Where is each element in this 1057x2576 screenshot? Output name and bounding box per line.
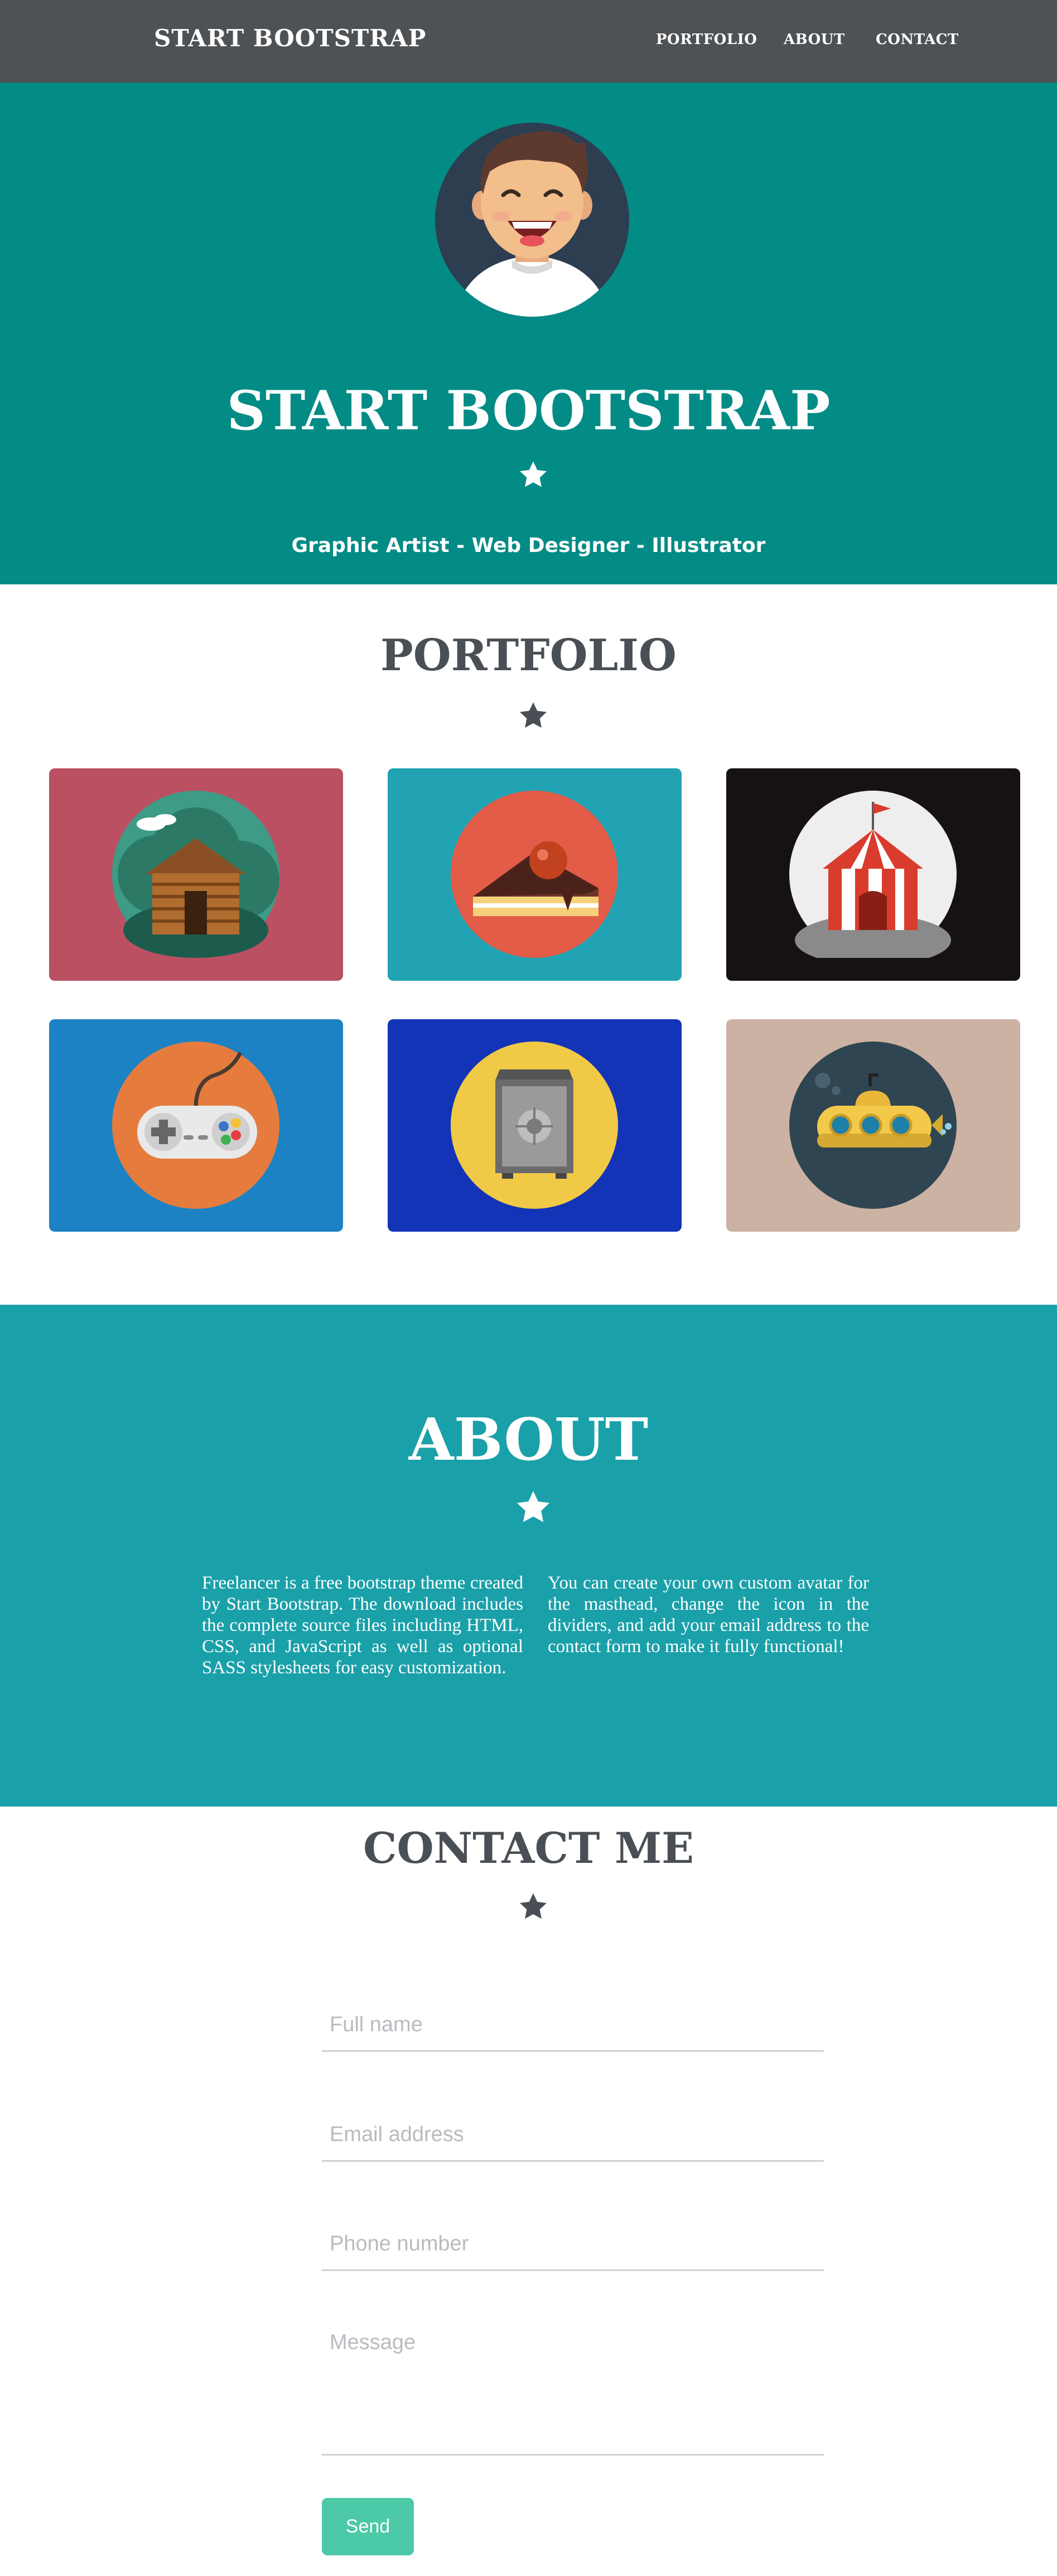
nav-link-portfolio[interactable]: PORTFOLIO (656, 31, 757, 48)
email-field[interactable] (322, 2109, 824, 2162)
masthead-subtitle: Graphic Artist - Web Designer - Illustra… (291, 534, 766, 557)
message-field[interactable] (322, 2325, 824, 2456)
brand-link[interactable]: START BOOTSTRAP (154, 25, 426, 52)
portfolio-item-cake[interactable] (388, 768, 682, 981)
star-icon (519, 461, 547, 487)
portfolio-item-cabin[interactable] (49, 768, 343, 981)
contact-heading: CONTACT ME (363, 1823, 694, 1873)
name-field[interactable] (322, 1999, 824, 2052)
masthead-title: START BOOTSTRAP (226, 379, 831, 442)
about-text-left: Freelancer is a free bootstrap theme cre… (202, 1573, 523, 1678)
nav-link-about[interactable]: ABOUT (784, 31, 845, 48)
cake-icon (451, 791, 618, 958)
cabin-icon (112, 791, 279, 958)
safe-icon (451, 1042, 618, 1209)
portfolio-item-safe[interactable] (388, 1019, 682, 1232)
about-heading: ABOUT (408, 1405, 649, 1474)
avatar-illustration (435, 123, 629, 317)
portfolio-item-submarine[interactable] (726, 1019, 1020, 1232)
portfolio-heading: PORTFOLIO (380, 630, 677, 681)
portfolio-item-circus[interactable] (726, 768, 1020, 981)
game-controller-icon (112, 1042, 279, 1209)
submarine-icon (789, 1042, 957, 1209)
star-icon (519, 702, 547, 728)
masthead: START BOOTSTRAP Graphic Artist - Web Des… (0, 83, 1057, 584)
star-icon (519, 1893, 547, 1919)
navbar: START BOOTSTRAP PORTFOLIO ABOUT CONTACT (0, 0, 1057, 83)
star-icon (517, 1491, 550, 1522)
about-section: ABOUT Freelancer is a free bootstrap the… (0, 1305, 1057, 1807)
circus-tent-icon (789, 791, 957, 958)
portfolio-item-game[interactable] (49, 1019, 343, 1232)
nav-link-contact[interactable]: CONTACT (876, 31, 959, 48)
send-button[interactable]: Send (322, 2498, 414, 2555)
phone-field[interactable] (322, 2218, 824, 2271)
about-text-right: You can create your own custom avatar fo… (548, 1573, 869, 1657)
